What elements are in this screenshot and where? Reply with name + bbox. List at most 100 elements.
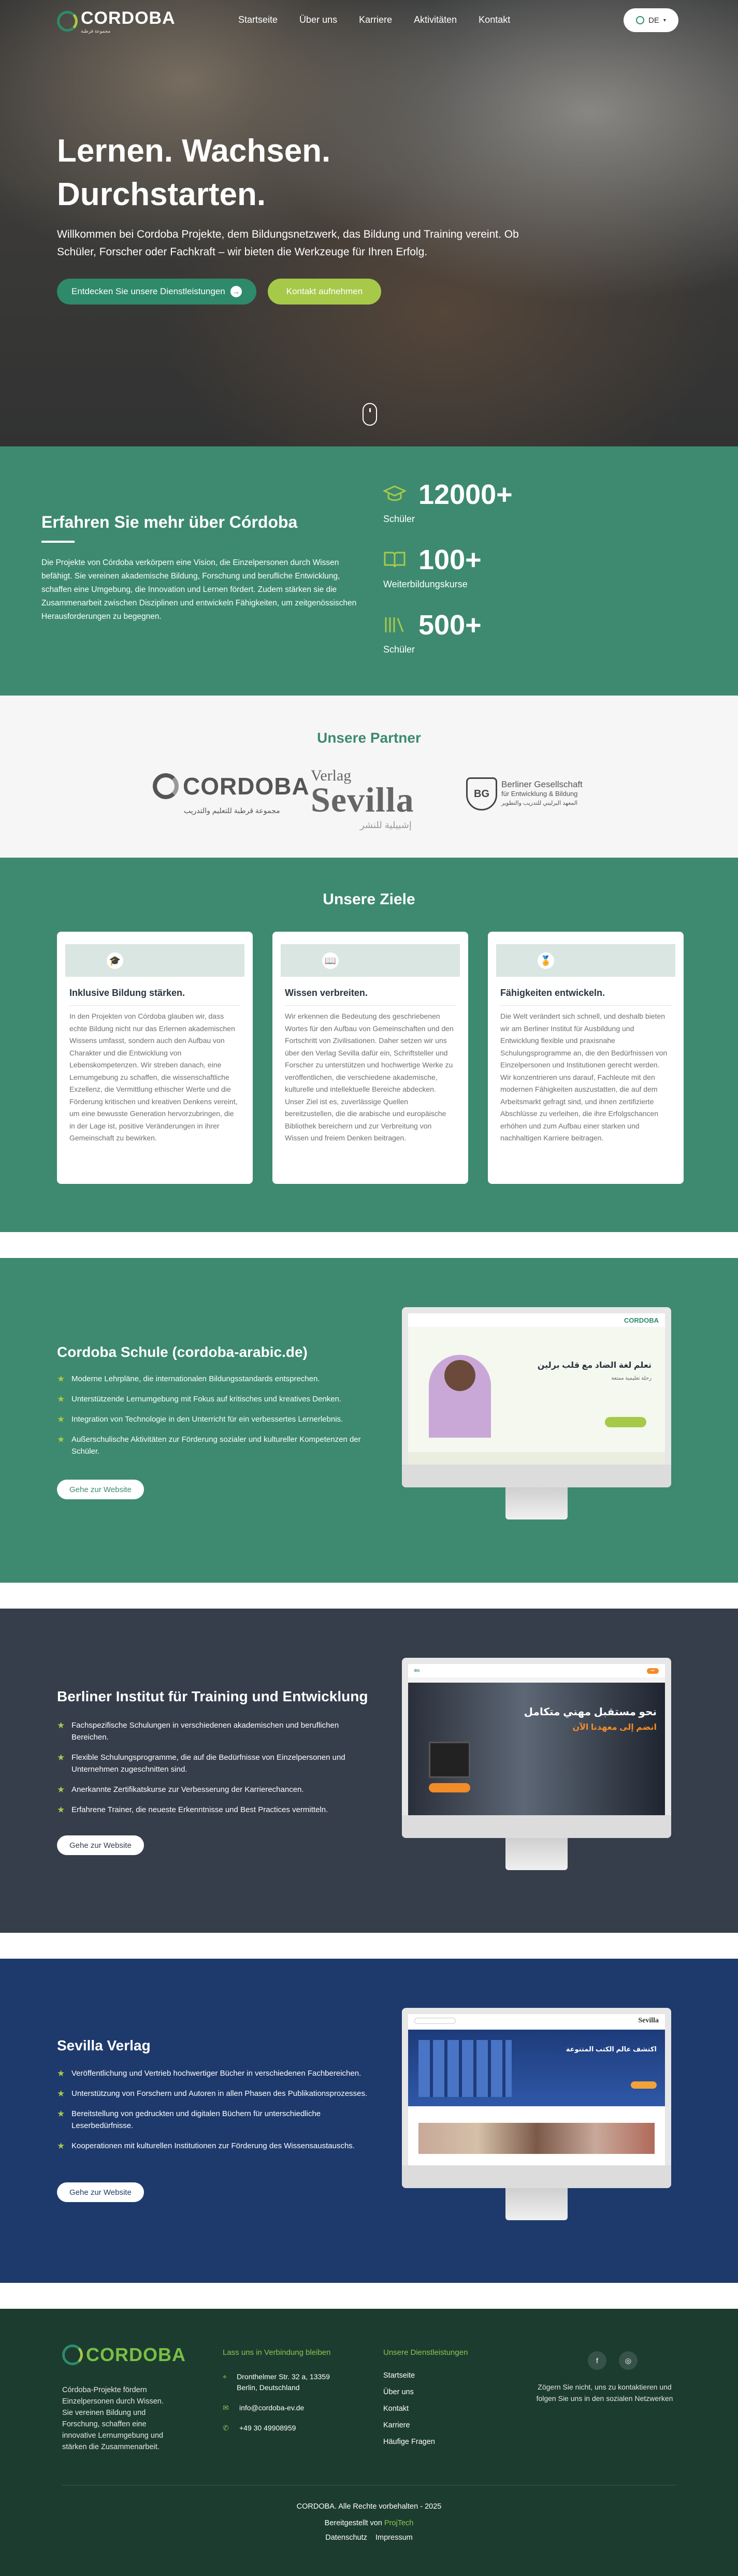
footer-link-datenschutz[interactable]: Datenschutz: [325, 2534, 367, 2542]
footer-email[interactable]: ✉ info@cordoba-ev.de: [223, 2403, 352, 2413]
stat-label: Weiterbildungskurse: [383, 579, 468, 589]
preview-navbar: Sevilla: [408, 2014, 665, 2028]
footer-link-impressum[interactable]: Impressum: [375, 2534, 413, 2542]
footer-logo[interactable]: CORDOBA: [62, 2344, 186, 2366]
visit-website-button[interactable]: Gehe zur Website: [57, 2182, 144, 2202]
footer-address: ⌖ Dronthelmer Str. 32 a, 13359 Berlin, D…: [223, 2371, 352, 2393]
partner-cordoba-name: CORDOBA: [183, 773, 310, 800]
nav-item-kontakt[interactable]: Kontakt: [479, 15, 510, 25]
partner-logo-cordoba[interactable]: CORDOBA مجموعة قرطبة للتعليم والتدريب: [153, 772, 310, 815]
project-feature-list: ★ Moderne Lehrpläne, die internationalen …: [57, 1373, 378, 1466]
contact-button[interactable]: Kontakt aufnehmen: [267, 279, 382, 305]
partner-berlin-line3: المعهد البرليني للتدريب والتطوير: [501, 800, 578, 806]
star-icon: ★: [57, 2068, 65, 2078]
partner-sevilla-sub: إشبيلية للنشر: [360, 820, 412, 830]
partners-title: Unsere Partner: [317, 730, 421, 746]
footer-contact-column: Lass uns in Verbindung bleiben ⌖ Dronthe…: [223, 2348, 352, 2443]
project-title: Berliner Institut für Training und Entwi…: [57, 1688, 368, 1704]
goal-card-text: Wir erkennen die Bedeutung des geschrieb…: [285, 1012, 454, 1142]
goals-title: Unsere Ziele: [323, 891, 415, 908]
footer-logo-text: CORDOBA: [86, 2344, 186, 2365]
language-label: DE: [648, 16, 659, 25]
goal-card-header: 🏅: [496, 944, 675, 977]
nav-item-aktivitaeten[interactable]: Aktivitäten: [414, 15, 457, 25]
discover-services-button[interactable]: Entdecken Sie unsere Dienstleistungen →: [57, 279, 256, 305]
goal-card-text: Die Welt verändert sich schnell, und des…: [500, 1012, 668, 1142]
footer-contact-title: Lass uns in Verbindung bleiben: [223, 2348, 331, 2357]
feature-item: ★ Veröffentlichung und Vertrieb hochwerti…: [57, 2068, 361, 2078]
star-icon: ★: [57, 1785, 65, 1794]
footer-copyright: CORDOBA. Alle Rechte vorbehalten - 2025: [296, 2502, 442, 2511]
star-icon: ★: [57, 2109, 65, 2119]
footer-link-ueber-uns[interactable]: Über uns: [383, 2388, 508, 2396]
language-switcher[interactable]: DE ▾: [624, 8, 678, 32]
stat-label: Schüler: [383, 644, 415, 655]
graduation-cap-icon: [383, 485, 406, 501]
visit-website-button[interactable]: Gehe zur Website: [57, 1480, 144, 1499]
star-icon: ★: [57, 1414, 65, 1424]
instagram-icon[interactable]: ◎: [619, 2351, 638, 2370]
stat-label: Schüler: [383, 514, 415, 524]
developer-link[interactable]: ProjTech: [384, 2519, 413, 2527]
section-spacer: [0, 1583, 738, 1609]
footer-link-faq[interactable]: Häufige Fragen: [383, 2438, 508, 2446]
books-icon: [385, 617, 404, 632]
nav-item-ueber-uns[interactable]: Über uns: [299, 15, 337, 25]
preview-logo: BG: [414, 1669, 420, 1673]
footer-link-startseite[interactable]: Startseite: [383, 2371, 508, 2380]
scroll-down-icon[interactable]: [363, 403, 377, 426]
goal-card-title: Fähigkeiten entwickeln.: [500, 988, 605, 998]
monitor-stand: [505, 2188, 568, 2220]
location-pin-icon: ⌖: [223, 2372, 227, 2381]
graduation-cap-icon: 🎓: [107, 952, 123, 969]
feature-item: ★ Unterstützung von Forschern und Autoren…: [57, 2089, 368, 2099]
about-text: Die Projekte von Córdoba verkörpern eine…: [41, 558, 357, 621]
partner-logo-berlin[interactable]: BG Berliner Gesellschaft für Entwicklung…: [466, 777, 583, 811]
project-title: Sevilla Verlag: [57, 2037, 151, 2053]
partner-logo-sevilla[interactable]: Verlag Sevilla إشبيلية للنشر: [311, 767, 435, 834]
open-book-icon: [384, 552, 406, 568]
hero-title: Lernen. Wachsen. Durchstarten.: [57, 129, 419, 216]
feature-item: ★ Flexible Schulungsprogramme, die auf di…: [57, 1753, 345, 1774]
preview-headline: اكتشف عالم الكتب المتنوعة: [566, 2045, 657, 2053]
goal-card-header: 🎓: [65, 944, 244, 977]
monitor-stand: [505, 1487, 568, 1519]
partner-berlin-line1: Berliner Gesellschaft: [501, 779, 583, 789]
preview-logo: Sevilla: [638, 2017, 659, 2024]
main-nav: Startseite Über uns Karriere Aktivitäten…: [238, 15, 510, 25]
nav-item-startseite[interactable]: Startseite: [238, 15, 278, 25]
footer-link-kontakt[interactable]: Kontakt: [383, 2405, 508, 2413]
facebook-icon[interactable]: f: [588, 2351, 606, 2370]
feature-item: ★ Kooperationen mit kulturellen Instituti…: [57, 2141, 355, 2151]
monitor-chin: [402, 1815, 671, 1838]
hero-text: Willkommen bei Cordoba Projekte, dem Bil…: [57, 228, 519, 258]
section-spacer: [0, 2283, 738, 2309]
goal-card: 📖 Wissen verbreiten. Wir erkennen die Be…: [272, 932, 468, 1184]
hero-title-line1: Lernen. Wachsen.: [57, 133, 331, 169]
site-header: CORDOBA مجموعة قرطبة Startseite Über uns…: [0, 0, 738, 41]
footer-link-karriere[interactable]: Karriere: [383, 2421, 508, 2429]
partner-cordoba-sub: مجموعة قرطبة للتعليم والتدريب: [184, 806, 280, 815]
feature-item: ★ Außerschulische Aktivitäten zur Förderu…: [57, 1435, 361, 1456]
hero-title-line2: Durchstarten.: [57, 177, 266, 212]
feature-item: ★ Fachspezifische Schulungen in verschied…: [57, 1720, 339, 1742]
site-logo[interactable]: CORDOBA مجموعة قرطبة: [57, 8, 176, 34]
partner-berlin-badge: BG: [466, 777, 497, 811]
footer-phone[interactable]: ✆ +49 30 49908959: [223, 2423, 352, 2434]
star-icon: ★: [57, 2089, 65, 2099]
partner-berlin-line2: für Entwicklung & Bildung: [501, 790, 578, 798]
footer-follow-text: Zögern Sie nicht, uns zu kontaktieren un…: [536, 2383, 673, 2403]
preview-headline: تعلم لغة الضاد مع قلب برلين: [537, 1361, 652, 1370]
nav-item-karriere[interactable]: Karriere: [359, 15, 392, 25]
logo-text: CORDOBA: [81, 8, 176, 28]
project-title: Cordoba Schule (cordoba-arabic.de): [57, 1344, 308, 1360]
preview-cta: [631, 2081, 657, 2089]
preview-books-row: [418, 2123, 655, 2154]
visit-website-button[interactable]: Gehe zur Website: [57, 1835, 144, 1855]
goal-card: 🏅 Fähigkeiten entwickeln. Die Welt verän…: [488, 932, 684, 1184]
mail-icon: ✉: [223, 2404, 229, 2412]
star-icon: ★: [57, 1374, 65, 1384]
star-icon: ★: [57, 1805, 65, 1815]
about-section: Erfahren Sie mehr über Córdoba Die Proje…: [0, 446, 738, 696]
preview-navbar: CORDOBA: [408, 1313, 665, 1327]
